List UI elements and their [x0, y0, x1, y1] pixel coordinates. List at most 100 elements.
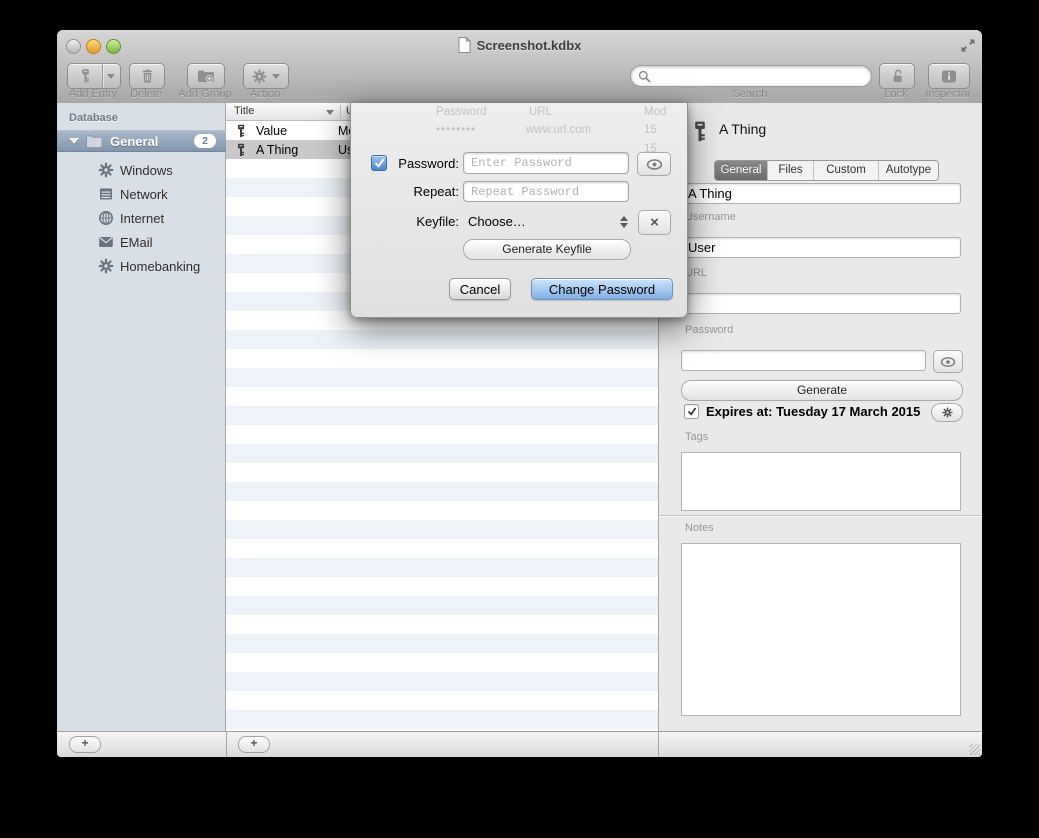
search-field[interactable] — [630, 65, 872, 87]
column-header-title[interactable]: Title — [234, 105, 254, 117]
tab-files[interactable]: Files — [767, 161, 813, 180]
expires-settings-button[interactable] — [931, 403, 963, 422]
sidebar-item-network[interactable]: Network — [57, 182, 226, 206]
username-field[interactable] — [681, 237, 961, 258]
action-label: Action — [243, 88, 287, 100]
change-password-button[interactable]: Change Password — [531, 278, 673, 300]
search-input[interactable] — [651, 67, 871, 85]
eye-icon — [646, 158, 663, 171]
sheet-repeat-input[interactable] — [463, 181, 629, 202]
sidebar-item-label: Homebanking — [120, 259, 200, 274]
notes-label: Notes — [685, 522, 714, 534]
lock-button[interactable] — [879, 63, 915, 89]
fullscreen-icon[interactable] — [960, 38, 976, 53]
sidebar-group-general[interactable]: General 2 — [57, 130, 226, 152]
sheet-reveal-password-button[interactable] — [637, 152, 671, 176]
add-entry-button[interactable] — [67, 63, 121, 89]
inspector-button[interactable] — [928, 63, 970, 89]
title-field[interactable] — [681, 183, 961, 204]
sidebar-section-header: Database — [69, 112, 118, 124]
popup-stepper-icon — [620, 216, 628, 228]
globe-icon — [98, 210, 114, 226]
folder-icon — [86, 135, 103, 148]
generate-password-button[interactable]: Generate — [681, 380, 963, 401]
sidebar-item-label: Network — [120, 187, 168, 202]
trash-icon — [140, 68, 155, 84]
tags-label: Tags — [685, 431, 708, 443]
search-label: Search — [630, 88, 870, 100]
delete-button[interactable] — [129, 63, 165, 89]
entry-title: Value — [256, 124, 338, 138]
close-icon: × — [650, 214, 659, 231]
lock-label: Lock — [867, 88, 925, 100]
delete-label: Delete — [117, 88, 175, 100]
check-icon — [687, 407, 697, 416]
expires-label: Expires at: Tuesday 17 March 2015 — [706, 404, 920, 419]
sheet-repeat-label: Repeat: — [371, 184, 459, 199]
ghost-column-modified: Mod — [644, 106, 666, 118]
sidebar-item-email[interactable]: EMail — [57, 230, 226, 254]
tab-custom[interactable]: Custom — [813, 161, 878, 180]
sort-descending-icon — [326, 110, 334, 115]
key-icon — [234, 124, 248, 138]
add-group-footer-button[interactable]: + — [69, 736, 101, 753]
gear-icon — [98, 162, 114, 178]
tab-general[interactable]: General — [715, 161, 767, 180]
sidebar-item-homebanking[interactable]: Homebanking — [57, 254, 226, 278]
clear-keyfile-button[interactable]: × — [638, 210, 671, 235]
ghost-modified-value: 15 — [644, 124, 657, 136]
sheet-password-input[interactable] — [463, 152, 629, 174]
sidebar-item-label: EMail — [120, 235, 153, 250]
info-icon — [941, 70, 957, 83]
expires-checkbox[interactable] — [684, 404, 699, 419]
key-icon — [234, 143, 248, 157]
generate-keyfile-button[interactable]: Generate Keyfile — [463, 239, 631, 260]
eye-icon — [940, 356, 956, 368]
key-icon — [69, 68, 102, 84]
inspector-panel: A Thing General Files Custom Autotype Us… — [658, 103, 982, 731]
notes-field[interactable] — [681, 543, 961, 716]
column-divider[interactable] — [340, 105, 341, 119]
disclosure-triangle-icon[interactable] — [69, 138, 79, 144]
key-icon — [689, 113, 711, 150]
window-chrome: Screenshot.kdbx Add Entry Delete — [57, 30, 982, 104]
sidebar-item-internet[interactable]: Internet — [57, 206, 226, 230]
server-icon — [98, 186, 114, 202]
gear-icon — [942, 407, 953, 418]
inspector-tabs: General Files Custom Autotype — [714, 160, 939, 181]
ghost-url-value: www.url.com — [526, 124, 591, 136]
cancel-button[interactable]: Cancel — [449, 278, 511, 300]
action-button[interactable] — [243, 63, 289, 89]
folder-plus-icon — [197, 69, 215, 84]
chevron-down-icon — [272, 74, 280, 79]
search-icon — [638, 70, 651, 83]
sidebar-item-label: Windows — [120, 163, 173, 178]
ghost-password-dots: •••••••• — [436, 124, 476, 136]
inspector-label: Inspector — [918, 88, 978, 100]
app-window: Screenshot.kdbx Add Entry Delete — [57, 30, 982, 757]
resize-grip[interactable] — [969, 744, 980, 755]
sidebar: Database General 2 Windows Network — [57, 103, 226, 731]
keyfile-popup[interactable]: Choose… — [468, 210, 628, 233]
tab-autotype[interactable]: Autotype — [878, 161, 938, 180]
ghost-column-url: URL — [529, 106, 552, 118]
add-entry-label: Add Entry — [67, 88, 119, 100]
add-group-label: Add Group — [175, 88, 235, 100]
entry-title: A Thing — [256, 143, 338, 157]
add-entry-footer-button[interactable]: + — [238, 736, 270, 753]
reveal-password-button[interactable] — [933, 350, 963, 373]
password-field[interactable] — [681, 350, 926, 371]
ghost-column-password: Password — [436, 106, 487, 118]
chevron-down-icon[interactable] — [103, 74, 120, 79]
sheet-keyfile-label: Keyfile: — [371, 214, 459, 229]
envelope-icon — [98, 234, 114, 250]
group-count-badge: 2 — [194, 134, 216, 148]
gear-icon — [252, 69, 267, 84]
password-label: Password — [685, 324, 733, 336]
sidebar-item-windows[interactable]: Windows — [57, 158, 226, 182]
url-field[interactable] — [681, 293, 961, 314]
entry-list-footer — [226, 731, 658, 757]
section-divider — [659, 515, 982, 516]
add-group-button[interactable] — [187, 63, 225, 89]
tags-field[interactable] — [681, 452, 961, 511]
